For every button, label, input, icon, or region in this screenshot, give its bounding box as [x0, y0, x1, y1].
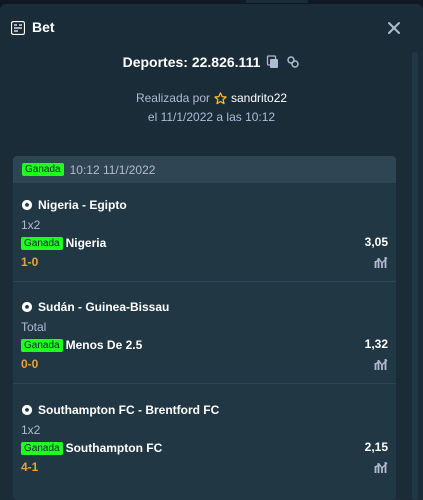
close-icon[interactable]	[384, 18, 404, 38]
bet-leg: Sudán - Guinea-Bissau Total Ganada Menos…	[13, 299, 396, 395]
card-time: 10:12 11/1/2022	[69, 162, 156, 177]
placed-by-label: Realizada por	[135, 91, 210, 105]
match-score: 1-0	[21, 255, 39, 269]
modal-header: Bet	[0, 4, 423, 52]
match-name: Nigeria - Egipto	[38, 198, 127, 212]
status-badge: Ganada	[21, 236, 63, 250]
selection-row: Ganada Nigeria	[21, 235, 106, 251]
selection-name: Nigeria	[65, 236, 107, 250]
match-row[interactable]: Southampton FC - Brentford FC	[21, 402, 219, 418]
soccer-ball-icon	[21, 199, 33, 211]
match-score: 4-1	[21, 460, 39, 474]
odds-value: 2,15	[364, 440, 388, 454]
selection-name: Menos De 2.5	[65, 338, 143, 352]
top-accent	[246, 0, 308, 3]
stats-icon[interactable]	[374, 460, 388, 474]
link-icon[interactable]	[286, 55, 300, 69]
match-row[interactable]: Nigeria - Egipto	[21, 197, 127, 213]
status-badge: Ganada	[21, 338, 63, 352]
username[interactable]: sandrito22	[231, 91, 287, 105]
match-name: Southampton FC - Brentford FC	[38, 403, 220, 417]
selection-row: Ganada Southampton FC	[21, 440, 162, 456]
soccer-ball-icon	[21, 404, 33, 416]
bet-id-row: Deportes: 22.826.111	[0, 52, 423, 72]
market-name: Total	[21, 320, 47, 334]
stats-icon[interactable]	[374, 255, 388, 269]
odds-value: 1,32	[364, 337, 388, 351]
market-name: 1x2	[21, 423, 41, 437]
bet-id: Deportes: 22.826.111	[122, 54, 261, 70]
soccer-ball-icon	[21, 301, 33, 313]
status-badge: Ganada	[21, 441, 63, 455]
modal-title: Bet	[32, 19, 55, 35]
placed-date: el 11/1/2022 a las 10:12	[147, 110, 276, 124]
star-icon	[214, 91, 227, 104]
selection-name: Southampton FC	[65, 441, 163, 455]
leg-divider	[13, 383, 396, 384]
stats-icon[interactable]	[374, 357, 388, 371]
placed-by-row: Realizada por sandrito22	[0, 89, 423, 107]
match-name: Sudán - Guinea-Bissau	[38, 300, 170, 314]
market-name: 1x2	[21, 218, 41, 232]
copy-icon[interactable]	[266, 55, 280, 69]
match-score: 0-0	[21, 357, 39, 371]
card-header: Ganada 10:12 11/1/2022	[13, 156, 396, 183]
bet-leg: Nigeria - Egipto 1x2 Ganada Nigeria 3,05…	[13, 197, 396, 293]
selection-row: Ganada Menos De 2.5	[21, 337, 142, 353]
bet-leg: Southampton FC - Brentford FC 1x2 Ganada…	[13, 402, 396, 498]
ticket-icon	[11, 21, 25, 35]
scrollbar[interactable]	[412, 52, 418, 500]
match-row[interactable]: Sudán - Guinea-Bissau	[21, 299, 169, 315]
status-badge: Ganada	[22, 163, 64, 176]
odds-value: 3,05	[364, 235, 388, 249]
leg-divider	[13, 281, 396, 282]
bet-card: Ganada 10:12 11/1/2022 Nigeria - Egipto …	[13, 156, 396, 500]
